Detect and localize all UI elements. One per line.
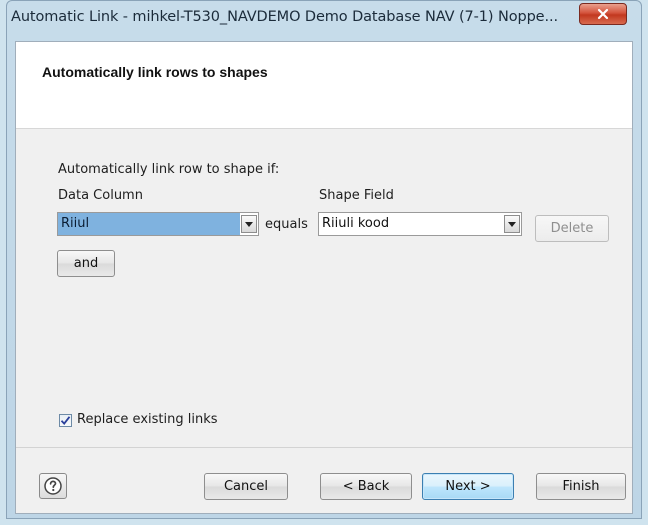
next-button[interactable]: Next > xyxy=(422,473,514,500)
equals-label: equals xyxy=(265,217,308,232)
footer-divider xyxy=(16,447,632,448)
and-button[interactable]: and xyxy=(57,250,115,277)
finish-button[interactable]: Finish xyxy=(536,473,626,500)
chevron-down-icon xyxy=(508,221,516,227)
replace-existing-checkbox[interactable] xyxy=(59,414,72,427)
shape-field-selected-value: Riiuli kood xyxy=(322,216,390,231)
help-icon xyxy=(44,477,62,495)
shape-field-dropdown-button[interactable] xyxy=(504,215,520,233)
close-button[interactable] xyxy=(579,3,627,25)
cancel-button[interactable]: Cancel xyxy=(204,473,288,500)
window-title: Automatic Link - mihkel-T530_NAVDEMO Dem… xyxy=(11,9,559,25)
shape-field-label: Shape Field xyxy=(319,188,394,203)
data-column-select[interactable]: Riiul xyxy=(57,212,259,236)
delete-button[interactable]: Delete xyxy=(535,215,609,242)
wizard-header: Automatically link rows to shapes xyxy=(16,42,632,129)
page-title: Automatically link rows to shapes xyxy=(42,64,268,80)
checkmark-icon xyxy=(60,416,71,425)
chevron-down-icon xyxy=(245,221,253,227)
data-column-selected-value: Riiul xyxy=(58,213,240,235)
instruction-text: Automatically link row to shape if: xyxy=(58,162,280,177)
dialog-window: Automatic Link - mihkel-T530_NAVDEMO Dem… xyxy=(6,0,642,519)
replace-existing-label[interactable]: Replace existing links xyxy=(77,412,218,427)
help-button[interactable] xyxy=(39,473,67,499)
title-bar[interactable]: Automatic Link - mihkel-T530_NAVDEMO Dem… xyxy=(7,1,641,41)
data-column-label: Data Column xyxy=(58,188,143,203)
shape-field-select[interactable]: Riiuli kood xyxy=(318,212,522,236)
dialog-client-area: Automatically link rows to shapes Automa… xyxy=(15,41,633,514)
data-column-dropdown-button[interactable] xyxy=(241,215,257,233)
close-icon xyxy=(597,8,609,20)
back-button[interactable]: < Back xyxy=(320,473,412,500)
